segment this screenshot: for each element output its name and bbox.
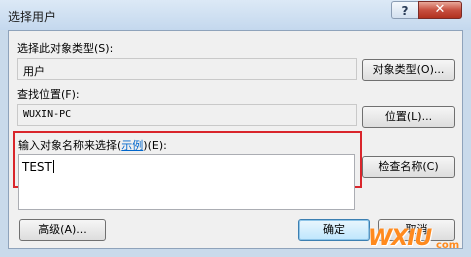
title-bar: 选择用户 ? ✕ [0,0,471,30]
examples-link[interactable]: 示例 [121,139,143,152]
locations-button[interactable]: 位置(L)... [362,106,455,128]
watermark-suffix: com [436,240,460,251]
object-names-label: 输入对象名称来选择(示例)(E): [18,137,167,153]
close-icon: ✕ [434,2,446,17]
text-caret [52,160,54,173]
object-types-button[interactable]: 对象类型(O)... [362,59,455,81]
watermark-logo: WXIU com [368,226,471,257]
object-type-field: 用户 [17,58,357,80]
object-names-input[interactable]: TEST [18,154,355,210]
window-title: 选择用户 [8,10,57,24]
object-names-label-suffix: )(E): [143,139,167,152]
check-names-button[interactable]: 检查名称(C) [362,156,455,178]
object-type-label: 选择此对象类型(S): [17,42,114,55]
help-button[interactable]: ? [391,1,418,19]
help-icon: ? [401,4,409,18]
watermark-text: WXIU [368,226,432,251]
location-field: WUXIN-PC [17,104,357,126]
advanced-button[interactable]: 高级(A)... [19,219,106,241]
ok-button[interactable]: 确定 [298,219,370,241]
location-label: 查找位置(F): [17,88,80,101]
object-names-value: TEST [22,160,52,174]
close-button[interactable]: ✕ [418,1,462,19]
object-names-label-prefix: 输入对象名称来选择( [18,139,122,152]
